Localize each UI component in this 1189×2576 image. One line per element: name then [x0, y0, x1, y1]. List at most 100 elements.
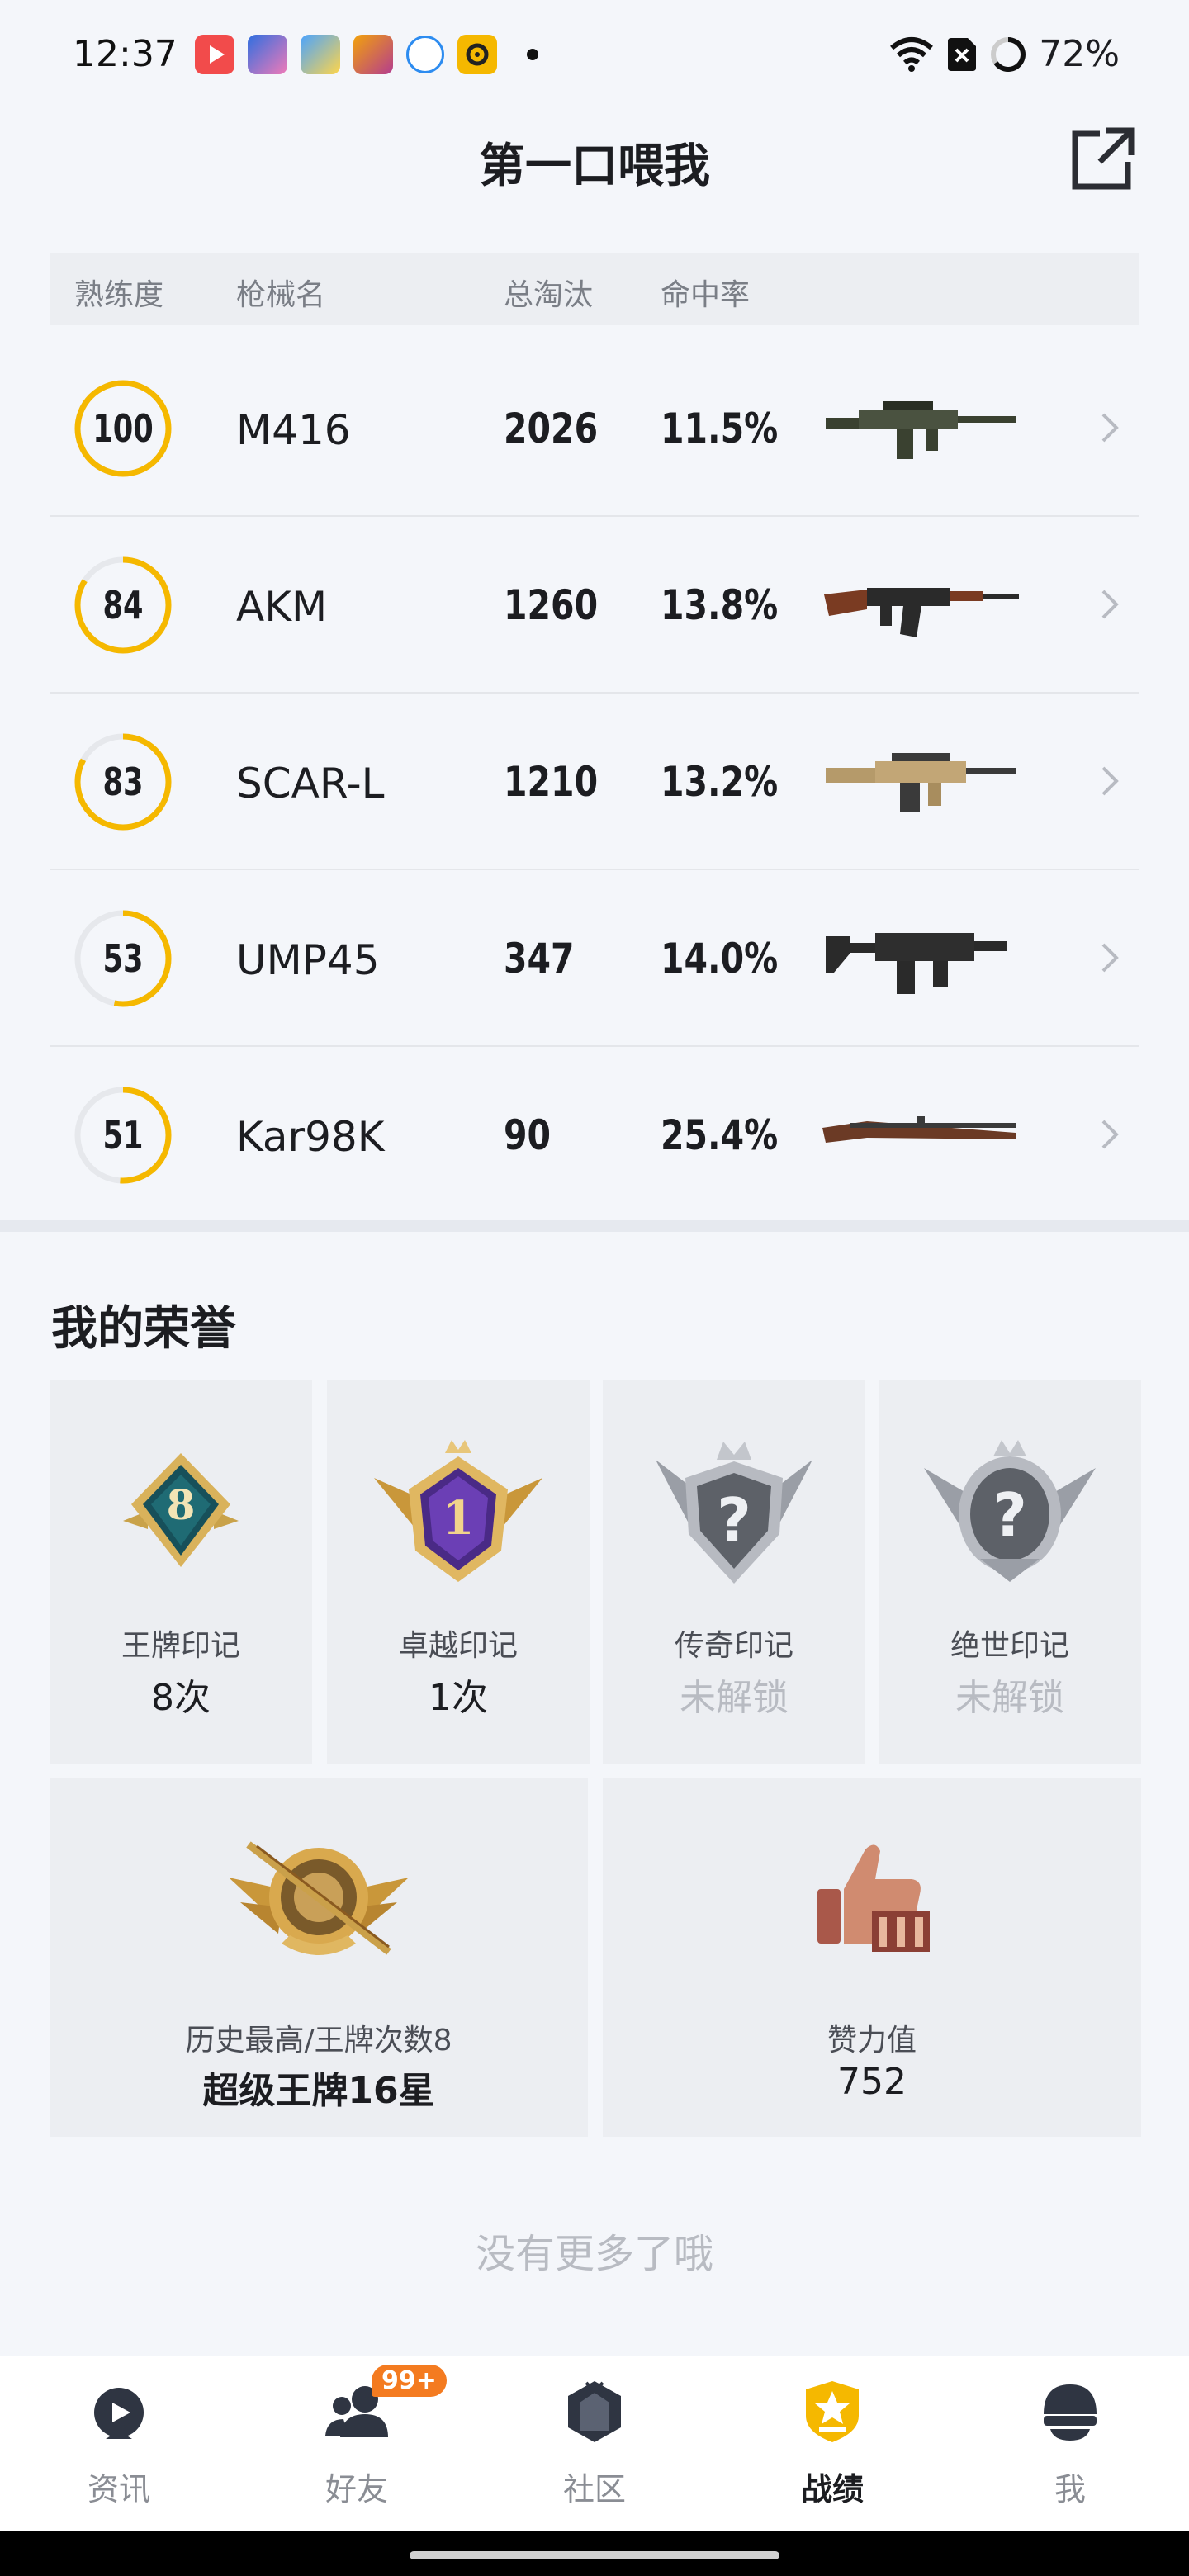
news-icon: [94, 2388, 144, 2439]
svg-text:1: 1: [443, 1491, 475, 1546]
excellence-mark-icon: 1: [374, 1440, 542, 1582]
honor-value: 未解锁: [680, 1677, 789, 1719]
community-icon: [568, 2381, 621, 2442]
chevron-right-icon: [1101, 766, 1119, 796]
assault-rifle-icon: [826, 401, 1016, 459]
honor-card-peerless[interactable]: ? 绝世印记 未解锁: [879, 1380, 1141, 1764]
weapon-row[interactable]: 84 AKM 1260 13.8%: [50, 517, 1139, 694]
share-icon[interactable]: [1070, 125, 1136, 192]
honor-label: 绝世印记: [950, 1629, 1069, 1663]
tab-record[interactable]: 战绩: [713, 2356, 951, 2531]
status-time: 12:37: [73, 33, 178, 75]
col-hit-rate: 命中率: [661, 278, 751, 312]
ace-mark-icon: 8: [123, 1453, 239, 1567]
proficiency-value: 51: [102, 1113, 144, 1158]
honor-card-excellence[interactable]: 1 卓越印记 1次: [327, 1380, 590, 1764]
chevron-right-icon: [1101, 590, 1119, 619]
music-app-icon: [457, 35, 497, 74]
col-kills: 总淘汰: [504, 278, 594, 312]
hit-rate-value: 11.5%: [661, 405, 779, 452]
proficiency-value: 84: [102, 583, 144, 627]
svg-text:?: ?: [992, 1480, 1027, 1550]
weapon-row[interactable]: 53 UMP45 347 14.0%: [50, 870, 1139, 1047]
kills-value: 1210: [504, 758, 599, 806]
honor-label: 卓越印记: [398, 1629, 518, 1663]
page-title: 第一口喂我: [479, 140, 710, 193]
tab-profile[interactable]: 我: [951, 2356, 1189, 2531]
kills-value: 90: [504, 1111, 552, 1159]
weapon-row[interactable]: 51 Kar98K 90 25.4%: [50, 1047, 1139, 1222]
honors-title: 我的荣誉: [51, 1302, 236, 1356]
honor-label: 王牌印记: [121, 1629, 240, 1663]
honor-card-ace[interactable]: 8 王牌印记 8次: [50, 1380, 312, 1764]
weapon-name: AKM: [236, 583, 328, 631]
hit-rate-value: 14.0%: [661, 935, 779, 983]
weapon-row[interactable]: 83 SCAR-L 1210 13.2%: [50, 694, 1139, 870]
kills-value: 1260: [504, 581, 599, 629]
likes-value: 752: [837, 2061, 907, 2103]
rank-value: 超级王牌16星: [202, 2070, 435, 2112]
tab-label: 好友: [324, 2471, 388, 2507]
akm-rifle-icon: [824, 588, 1019, 637]
scar-rifle-icon: [826, 753, 1016, 812]
honor-value: 1次: [429, 1677, 488, 1719]
more-notifications-dot: [527, 49, 538, 60]
weapon-name: SCAR-L: [236, 760, 385, 807]
status-right: 72%: [888, 33, 1120, 75]
kills-value: 2026: [504, 405, 599, 452]
legend-mark-icon-locked: ?: [656, 1442, 812, 1584]
video-app-icon: [195, 35, 234, 74]
honor-card-legend[interactable]: ? 传奇印记 未解锁: [603, 1380, 865, 1764]
no-sim-icon: [948, 37, 977, 71]
thumbs-up-icon: [817, 1844, 930, 1952]
bolt-rifle-icon: [822, 1116, 1016, 1143]
likes-label: 赞力值: [827, 2024, 917, 2057]
svg-text:8: 8: [167, 1480, 196, 1529]
smg-icon: [826, 933, 1007, 994]
tab-label: 资讯: [87, 2471, 150, 2507]
system-nav-bar: [0, 2531, 1189, 2576]
weapon-name: Kar98K: [236, 1113, 385, 1161]
weapon-table-header: 熟练度 枪械名 总淘汰 命中率: [50, 253, 1139, 325]
honor-label: 传奇印记: [674, 1629, 793, 1663]
weapon-row[interactable]: 100 M416 2026 11.5%: [50, 340, 1139, 517]
svg-text:?: ?: [717, 1485, 751, 1555]
col-weapon-name: 枪械名: [236, 278, 326, 312]
honor-value: 未解锁: [955, 1677, 1064, 1719]
game-app-icon: [301, 35, 340, 74]
chevron-right-icon: [1101, 413, 1119, 443]
proficiency-value: 83: [102, 760, 144, 804]
game-app-icon: [248, 35, 287, 74]
rank-label: 历史最高/王牌次数8: [185, 2024, 452, 2057]
peerless-mark-icon-locked: ?: [924, 1440, 1096, 1582]
wifi-icon: [890, 36, 934, 72]
proficiency-value: 100: [92, 406, 154, 451]
tab-news[interactable]: 资讯: [0, 2356, 238, 2531]
tab-label: 社区: [562, 2471, 626, 2507]
tab-friends[interactable]: 99+ 好友: [238, 2356, 476, 2531]
proficiency-value: 53: [102, 936, 144, 981]
friends-badge: 99+: [372, 2365, 447, 2397]
section-divider: [0, 1220, 1189, 1232]
ifly-app-icon: [406, 36, 444, 73]
chevron-right-icon: [1101, 943, 1119, 973]
hit-rate-value: 13.2%: [661, 758, 779, 806]
status-bar: 12:37 72%: [0, 0, 1189, 107]
battery-level: 72%: [1039, 33, 1120, 75]
tab-community[interactable]: 社区: [476, 2356, 713, 2531]
col-proficiency: 熟练度: [74, 278, 164, 312]
highest-rank-card[interactable]: 历史最高/王牌次数8 超级王牌16星: [50, 1778, 588, 2137]
bottom-tab-bar: 资讯 99+ 好友 社区 战绩 我: [0, 2356, 1189, 2531]
weapon-name: M416: [236, 406, 351, 454]
record-icon: [806, 2381, 859, 2442]
tab-label: 我: [1054, 2471, 1086, 2507]
kills-value: 347: [504, 935, 575, 983]
chevron-right-icon: [1101, 1120, 1119, 1149]
likes-card[interactable]: 赞力值 752: [603, 1778, 1141, 2137]
battery-icon: [991, 36, 1026, 72]
home-gesture-bar[interactable]: [410, 2551, 779, 2559]
hit-rate-value: 13.8%: [661, 581, 779, 629]
hit-rate-value: 25.4%: [661, 1111, 779, 1159]
rank-emblem-icon: [229, 1841, 409, 1955]
tab-label: 战绩: [800, 2471, 864, 2507]
